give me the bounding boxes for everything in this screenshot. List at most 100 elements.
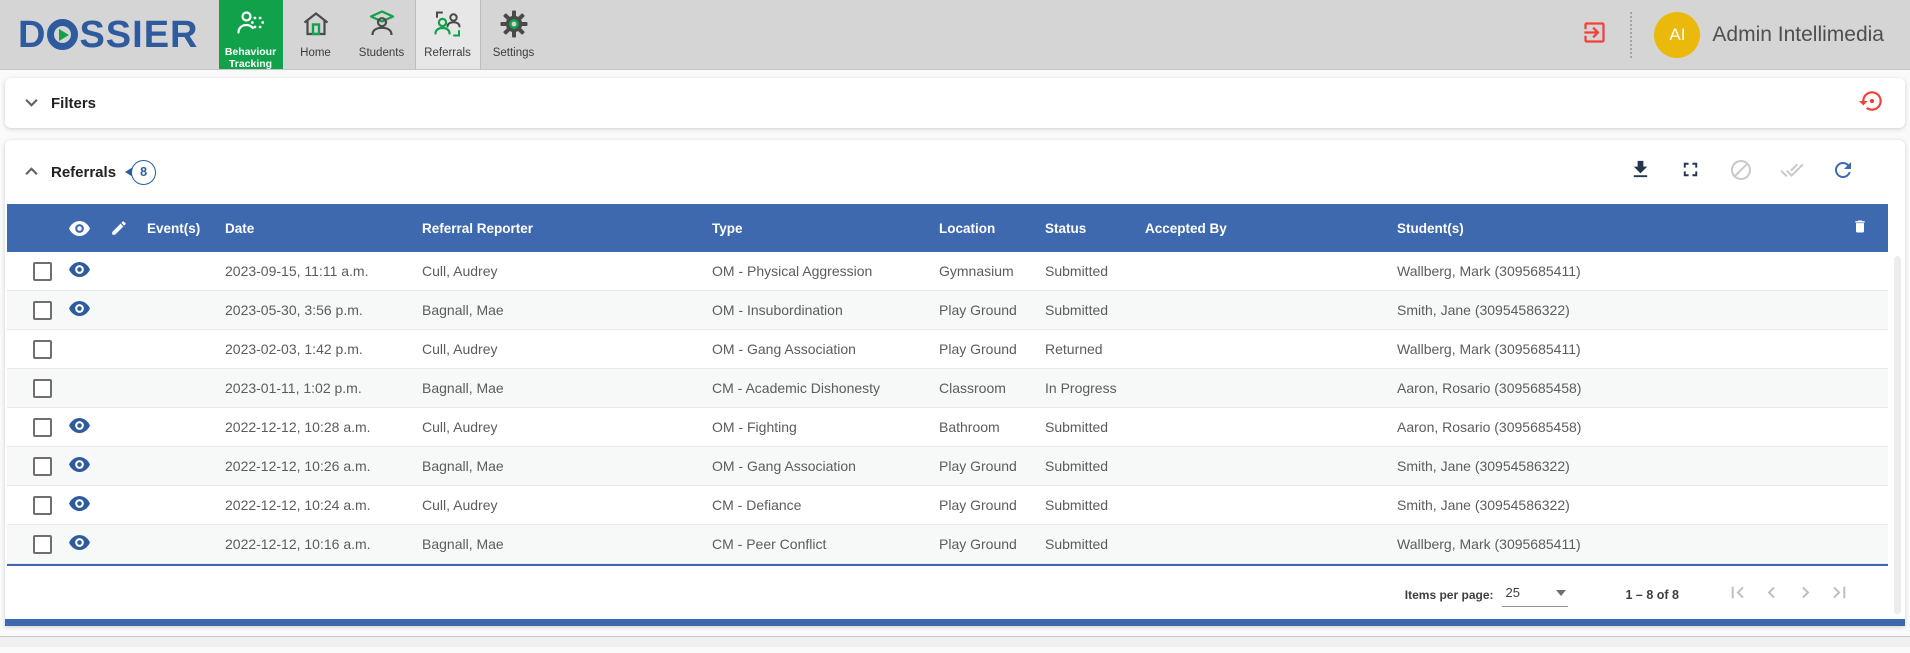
row-checkbox[interactable] [33,457,52,476]
fullscreen-icon [1679,158,1702,186]
view-referral-button[interactable] [59,534,99,554]
row-checkbox[interactable] [33,340,52,359]
row-checkbox[interactable] [33,379,52,398]
nav-label: Behaviour Tracking [222,47,280,70]
refresh-icon [1831,158,1855,187]
cell-students: Wallberg, Mark (3095685411) [1389,341,1832,357]
nav-item-behaviour-tracking[interactable]: Behaviour Tracking [219,0,283,69]
nav-item-settings[interactable]: Settings [481,0,547,69]
play-triangle-icon [59,29,69,41]
nav-item-students[interactable]: Students [349,0,415,69]
filters-collapse-toggle[interactable] [25,94,38,112]
cell-type: CM - Academic Dishonesty [704,380,931,396]
referrals-icon [433,9,463,44]
vertical-divider [1630,12,1632,58]
table-footer: Items per page: 25 1 – 8 of 8 [5,566,1905,624]
cell-students: Aaron, Rosario (3095685458) [1389,380,1832,396]
row-select-cell [7,418,59,437]
dossier-logo: D SSIER [0,0,219,69]
logo-text-suffix: SSIER [79,16,198,54]
nav-item-referrals[interactable]: Referrals [415,0,481,69]
view-referral-button[interactable] [59,456,99,476]
cell-status: Submitted [1037,536,1137,552]
referrals-section-header: Referrals 8 [5,140,1905,204]
block-icon [1729,158,1753,187]
row-select-cell [7,496,59,515]
delete-selected-button[interactable] [1832,217,1888,239]
table-row: 2023-01-11, 1:02 p.m.Bagnall, MaeCM - Ac… [7,369,1888,408]
cell-status: Submitted [1037,458,1137,474]
view-referral-button[interactable] [59,495,99,515]
home-icon [301,9,331,44]
avatar[interactable]: AI [1654,12,1700,58]
nav-label: Referrals [424,47,471,60]
cell-students: Aaron, Rosario (3095685458) [1389,419,1832,435]
nav-item-home[interactable]: Home [283,0,349,69]
cell-referral-reporter: Bagnall, Mae [414,302,704,318]
column-header-students: Student(s) [1389,221,1832,236]
reset-filters-button[interactable] [1859,88,1885,119]
table-row: 2022-12-12, 10:16 a.m.Bagnall, MaeCM - P… [7,525,1888,564]
fullscreen-button[interactable] [1679,158,1702,186]
cell-type: OM - Gang Association [704,341,931,357]
cell-referral-reporter: Cull, Audrey [414,263,704,279]
eye-icon [68,456,91,476]
referrals-collapse-toggle[interactable] [25,163,38,181]
cell-date: 2023-09-15, 11:11 a.m. [217,263,414,279]
row-checkbox[interactable] [33,535,52,554]
row-checkbox[interactable] [33,418,52,437]
cell-location: Play Ground [931,302,1037,318]
filters-title: Filters [51,95,96,112]
cell-students: Wallberg, Mark (3095685411) [1389,263,1832,279]
view-referral-button[interactable] [59,417,99,437]
nav-label: Students [359,47,404,60]
download-button[interactable] [1629,158,1652,186]
logo-o-icon [47,19,78,50]
cell-date: 2022-12-12, 10:16 a.m. [217,536,414,552]
block-button[interactable] [1729,158,1753,187]
nav-label: Settings [493,47,535,60]
table-scrollbar[interactable] [1894,256,1901,614]
cell-date: 2023-05-30, 3:56 p.m. [217,302,414,318]
row-checkbox[interactable] [33,262,52,281]
cell-students: Smith, Jane (30954586322) [1389,458,1832,474]
cell-location: Play Ground [931,497,1037,513]
behaviour-tracking-icon [236,9,266,44]
caret-down-icon [1556,583,1566,601]
column-header-status: Status [1037,221,1137,236]
refresh-button[interactable] [1831,158,1855,187]
items-per-page-select[interactable]: 25 [1502,583,1568,607]
accept-all-button[interactable] [1780,158,1804,187]
table-row: 2022-12-12, 10:28 a.m.Cull, AudreyOM - F… [7,408,1888,447]
edit-column-pencil-icon [99,219,139,237]
referrals-title: Referrals [51,164,116,181]
cell-students: Smith, Jane (30954586322) [1389,497,1832,513]
cell-students: Wallberg, Mark (3095685411) [1389,536,1832,552]
students-icon [367,9,397,44]
next-page-button[interactable] [1793,583,1817,607]
logo-text-prefix: D [18,16,46,54]
cell-referral-reporter: Bagnall, Mae [414,380,704,396]
chevron-up-icon [25,163,38,181]
row-checkbox[interactable] [33,496,52,515]
cell-type: OM - Fighting [704,419,931,435]
view-referral-button[interactable] [59,261,99,281]
view-referral-button[interactable] [59,300,99,320]
cell-date: 2022-12-12, 10:26 a.m. [217,458,414,474]
table-header: Event(s) Date Referral Reporter Type Loc… [7,204,1888,252]
eye-icon [68,417,91,437]
row-select-cell [7,301,59,320]
user-name: Admin Intellimedia [1712,23,1884,47]
filters-panel: Filters [5,78,1905,128]
last-page-button[interactable] [1827,583,1851,607]
first-page-button[interactable] [1725,583,1749,607]
logout-button[interactable] [1581,19,1608,51]
cell-location: Classroom [931,380,1037,396]
previous-page-button[interactable] [1759,583,1783,607]
items-per-page-label: Items per page: [1405,588,1494,602]
cell-status: Submitted [1037,302,1137,318]
row-checkbox[interactable] [33,301,52,320]
cell-type: OM - Physical Aggression [704,263,931,279]
cell-date: 2022-12-12, 10:24 a.m. [217,497,414,513]
pagination-controls [1725,583,1851,607]
